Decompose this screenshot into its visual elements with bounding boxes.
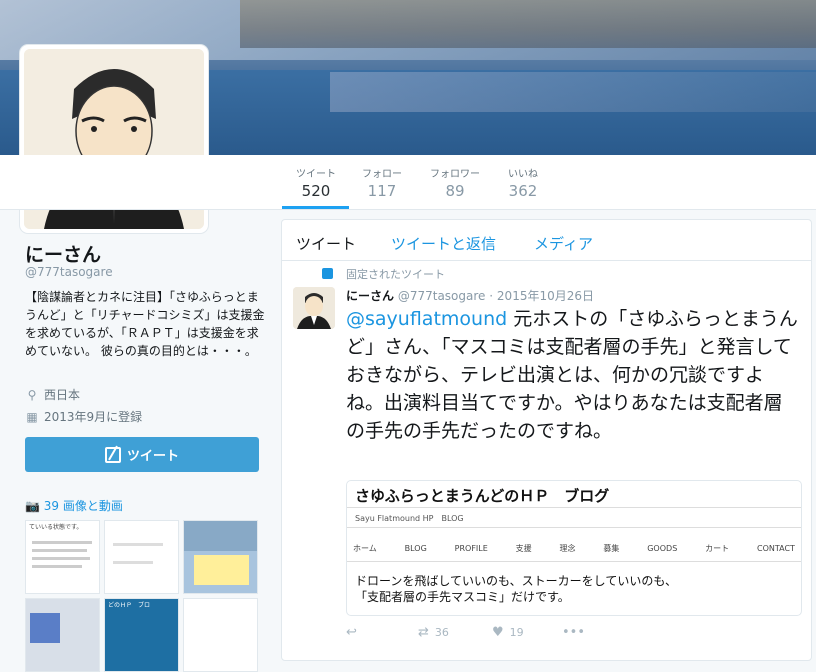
stat-following[interactable]: フォロー 117 — [362, 165, 402, 200]
like-button[interactable]: ♥ 19 — [492, 625, 524, 640]
tab-media[interactable]: メディア — [534, 233, 593, 254]
location-text: 西日本 — [44, 388, 81, 402]
link-card[interactable]: さゆふらっとまうんどのＨＰ ブログ Sayu Flatmound HP BLOG… — [346, 480, 802, 616]
profile-nav: ツイート 520 フォロー 117 フォロワー 89 いいね 362 — [0, 155, 816, 210]
tweet-author[interactable]: にーさん — [346, 289, 394, 303]
media-thumbnail[interactable]: ていいる状態です。 — [25, 520, 100, 594]
more-button[interactable]: ••• — [562, 625, 585, 640]
stat-value: 520 — [301, 182, 331, 200]
media-thumbnail[interactable] — [104, 520, 179, 594]
card-divider — [347, 507, 801, 508]
media-count: 39 — [43, 499, 60, 513]
card-menu-item: カート — [705, 543, 730, 553]
profile-location: ⚲ 西日本 — [25, 386, 80, 403]
retweet-button[interactable]: ⇄ 36 — [418, 625, 449, 640]
tweet-actions: ↩ ⇄ 36 ♥ 19 ••• — [346, 625, 646, 643]
card-menu-item: CONTACT — [756, 543, 795, 553]
media-thumbnail[interactable] — [183, 598, 258, 672]
tweet-avatar[interactable] — [293, 287, 335, 329]
tab-tweets-replies[interactable]: ツイートと返信 — [391, 233, 496, 254]
tweet-text: @sayuflatmound 元ホストの「さゆふらっとまうんど」さん、「マスコミ… — [346, 305, 798, 445]
card-menu-item: 募集 — [603, 543, 620, 553]
card-subtitle: Sayu Flatmound HP BLOG — [355, 514, 464, 523]
profile-bio: 【陰謀論者とカネに注目】「さゆふらっとまうんど」と「リチャードコシミズ」は支援金… — [25, 290, 265, 358]
retweet-icon: ⇄ — [418, 625, 429, 640]
timeline-panel: ツイート ツイートと返信 メディア 固定されたツイート にーさん @777tas… — [281, 219, 812, 661]
stat-likes[interactable]: いいね 362 — [508, 165, 538, 200]
more-icon: ••• — [562, 625, 586, 640]
timeline-tabs: ツイート ツイートと返信 メディア — [282, 220, 811, 261]
reply-button[interactable]: ↩ — [346, 625, 357, 640]
media-thumbnails: ていいる状態です。 どのＨＰ ブロ — [25, 520, 259, 672]
stat-value: 89 — [445, 182, 465, 200]
thumbnail-text: ていいる状態です。 — [29, 524, 83, 531]
retweet-count: 36 — [434, 626, 449, 639]
card-body: ドローンを飛ばしていいのも、ストーカーをしていいのも、 「支配者層の手先マスコミ… — [355, 573, 785, 605]
stat-label: フォロワー — [430, 169, 480, 180]
tweet-avatar-illustration — [293, 287, 335, 329]
active-tab-indicator — [282, 206, 349, 209]
tweet-date[interactable]: 2015年10月26日 — [497, 289, 594, 303]
card-menu-item: PROFILE — [454, 543, 488, 553]
media-thumbnail[interactable] — [25, 598, 100, 672]
pin-icon — [322, 268, 333, 279]
location-pin-icon: ⚲ — [27, 388, 37, 402]
reply-icon: ↩ — [346, 625, 357, 640]
card-menu-item: 理念 — [559, 543, 576, 553]
card-divider — [347, 561, 801, 562]
media-thumbnail[interactable] — [183, 520, 258, 594]
thumbnail-text — [26, 599, 99, 605]
like-count: 19 — [509, 626, 524, 639]
tweet-separator: · — [489, 289, 494, 303]
profile-handle[interactable]: @777tasogare — [25, 265, 113, 279]
tweet-mention[interactable]: @sayuflatmound — [346, 308, 507, 330]
pinned-label: 固定されたツイート — [346, 268, 445, 281]
media-label: 画像と動画 — [62, 499, 123, 513]
card-body-line: ドローンを飛ばしていいのも、ストーカーをしていいのも、 — [355, 574, 677, 588]
compose-tweet-label: ツイート — [126, 449, 179, 464]
stat-tweets[interactable]: ツイート 520 — [296, 165, 336, 200]
card-menu-item: 支援 — [515, 543, 532, 553]
tweet-handle[interactable]: @777tasogare — [398, 289, 486, 303]
compose-tweet-button[interactable]: ツイート — [25, 437, 259, 472]
stat-value: 117 — [367, 182, 397, 200]
media-thumbnail[interactable]: どのＨＰ ブロ — [104, 598, 179, 672]
joined-text: 2013年9月に登録 — [44, 410, 143, 424]
stat-value: 362 — [508, 182, 538, 200]
card-body-line: 「支配者層の手先マスコミ」だけです。 — [355, 590, 570, 604]
thumbnail-text — [184, 599, 257, 605]
stat-label: いいね — [508, 169, 538, 180]
thumbnail-text: どのＨＰ ブロ — [108, 602, 151, 609]
profile-name[interactable]: にーさん — [25, 240, 101, 267]
profile-joined: ▦ 2013年9月に登録 — [25, 408, 142, 425]
stat-label: ツイート — [296, 169, 336, 180]
card-menu-item: BLOG — [404, 543, 427, 553]
tab-tweets[interactable]: ツイート — [296, 233, 356, 254]
card-title: さゆふらっとまうんどのＨＰ ブログ — [355, 487, 610, 505]
media-link[interactable]: 📷 39 画像と動画 — [25, 497, 123, 514]
calendar-icon: ▦ — [26, 410, 38, 424]
camera-icon: 📷 — [25, 499, 40, 513]
stat-label: フォロー — [362, 169, 402, 180]
card-menu-item: ホーム — [353, 543, 377, 553]
compose-icon — [104, 446, 121, 463]
heart-icon: ♥ — [492, 625, 504, 640]
card-menu-item: GOODS — [647, 543, 678, 553]
card-divider — [347, 527, 801, 528]
stat-followers[interactable]: フォロワー 89 — [430, 165, 480, 200]
card-menu: ホーム BLOG PROFILE 支援 理念 募集 GOODS カート CONT… — [347, 535, 801, 561]
tweet-header: にーさん @777tasogare · 2015年10月26日 — [346, 287, 594, 304]
thumbnail-text — [105, 521, 178, 527]
